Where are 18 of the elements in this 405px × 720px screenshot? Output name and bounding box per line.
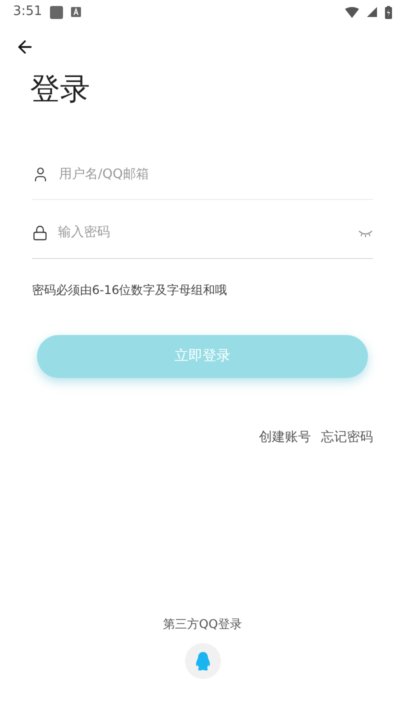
text-link[interactable]: 创建账号	[259, 428, 311, 448]
wifi-icon	[345, 6, 359, 18]
notification-icon	[71, 7, 82, 17]
lock-icon	[32, 225, 48, 241]
signal-icon	[367, 7, 377, 17]
password-field[interactable]: 输入密码	[58, 223, 348, 243]
third-party-label: 第三方QQ登录	[163, 616, 242, 633]
notification-icon	[50, 6, 64, 18]
qq-login-button[interactable]	[184, 643, 220, 679]
text-link[interactable]: 忘记密码	[321, 428, 373, 448]
battery-icon	[385, 6, 392, 18]
closed-eye-icon[interactable]	[358, 229, 373, 237]
penguin-icon	[194, 652, 210, 670]
page-title: 登录	[30, 71, 90, 109]
user-icon	[32, 166, 49, 183]
password-hint: 密码必须由6-16位数字及字母组和哦	[32, 282, 228, 299]
username-field[interactable]: 用户名/QQ邮箱	[59, 164, 373, 184]
status-time: 3:51	[13, 3, 42, 22]
